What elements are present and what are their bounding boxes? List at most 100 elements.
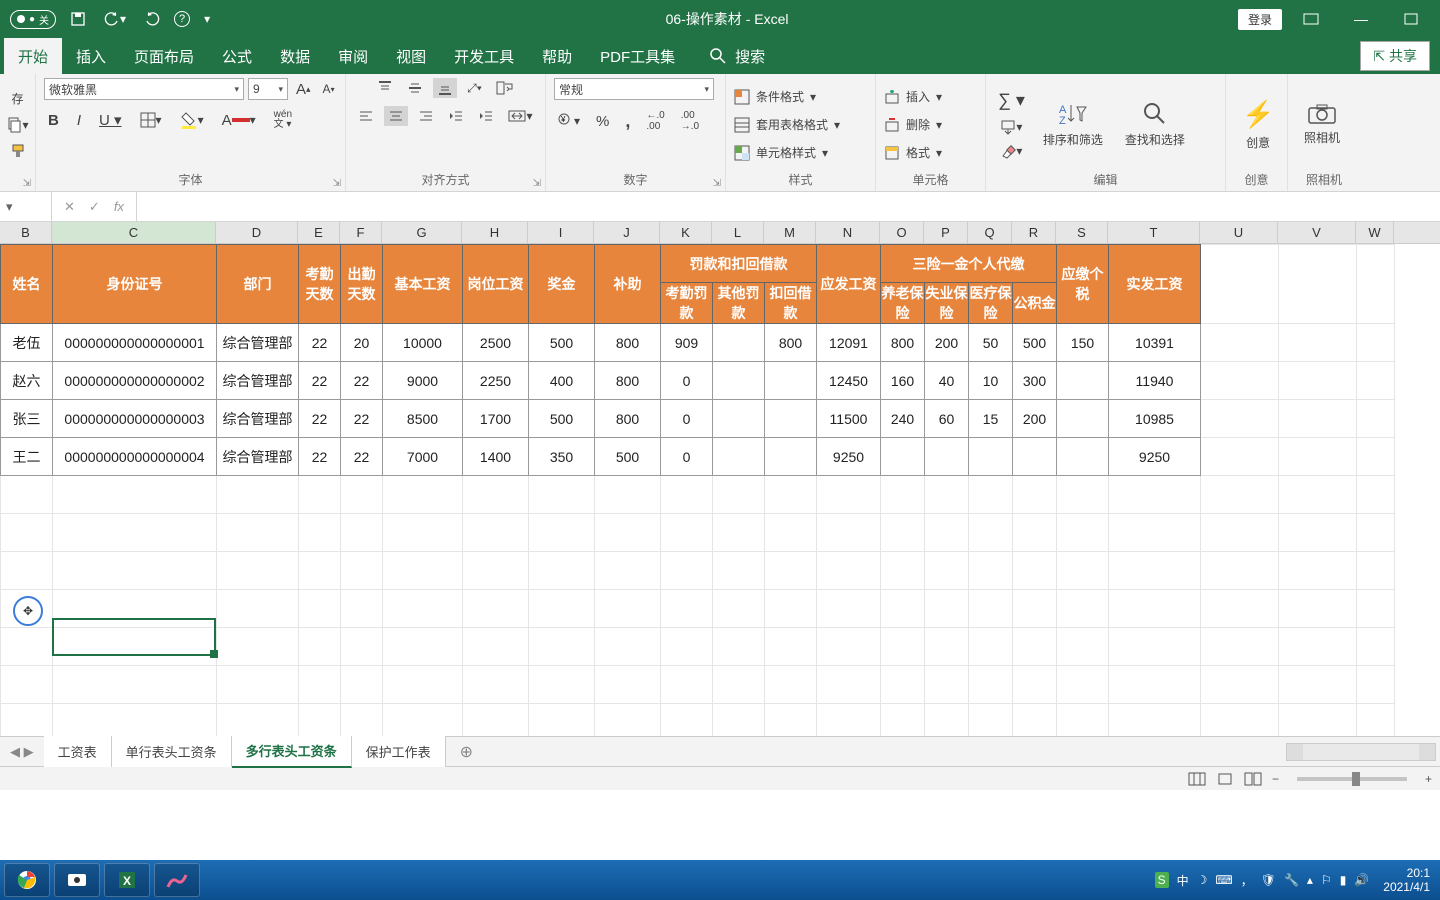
header-allowance[interactable]: 补助 [595, 245, 661, 324]
col-header[interactable]: U [1200, 222, 1278, 243]
tab-insert[interactable]: 插入 [62, 38, 120, 75]
tray-wrench-icon[interactable]: 🔧 [1284, 873, 1299, 887]
col-header[interactable]: J [594, 222, 660, 243]
header-due-salary[interactable]: 应发工资 [817, 245, 881, 324]
align-top-icon[interactable] [373, 78, 397, 98]
fill-icon[interactable]: ▾ [994, 117, 1029, 137]
col-header[interactable]: C [52, 222, 216, 243]
increase-font-icon[interactable]: A▴ [292, 79, 315, 100]
percent-icon[interactable]: % [592, 111, 613, 132]
col-header[interactable]: P [924, 222, 968, 243]
header-unemployment[interactable]: 失业保险 [925, 283, 969, 324]
cancel-formula-icon[interactable]: ✕ [64, 199, 75, 215]
font-size-combo[interactable]: 9▾ [248, 78, 288, 100]
decrease-decimal-icon[interactable]: .00→.0 [677, 108, 703, 134]
tray-battery-icon[interactable]: ▮ [1340, 873, 1347, 887]
col-header[interactable]: I [528, 222, 594, 243]
column-headers[interactable]: B C D E F G H I J K L M N O P Q R S T U … [0, 222, 1440, 244]
align-left-icon[interactable] [354, 106, 378, 126]
header-pension[interactable]: 养老保险 [881, 283, 925, 324]
fill-color-icon[interactable]: ▾ [176, 109, 208, 131]
sheet-tab[interactable]: 多行表头工资条 [232, 735, 352, 768]
col-header[interactable]: K [660, 222, 712, 243]
comma-icon[interactable]: , [621, 109, 634, 134]
align-launcher-icon[interactable]: ⇲ [533, 178, 541, 189]
italic-icon[interactable]: I [73, 110, 85, 131]
tab-pagelayout[interactable]: 页面布局 [120, 38, 208, 75]
col-header[interactable]: T [1108, 222, 1200, 243]
search-label[interactable]: 搜索 [735, 46, 765, 67]
header-bonus[interactable]: 奖金 [529, 245, 595, 324]
autosave-toggle[interactable]: ●关 [10, 10, 56, 29]
search-icon[interactable] [709, 47, 727, 65]
underline-icon[interactable]: U ▾ [95, 109, 126, 131]
bold-icon[interactable]: B [44, 110, 63, 131]
tab-review[interactable]: 审阅 [324, 38, 382, 75]
conditional-formatting-button[interactable]: 条件格式 ▾ [734, 84, 840, 110]
format-painter-icon[interactable] [6, 141, 30, 161]
cell-styles-button[interactable]: 单元格样式 ▾ [734, 140, 840, 166]
header-penalty-group[interactable]: 罚款和扣回借款 [661, 245, 817, 283]
format-as-table-button[interactable]: 套用表格格式 ▾ [734, 112, 840, 138]
tray-expand-icon[interactable]: ▴ [1307, 873, 1313, 887]
col-header[interactable]: L [712, 222, 764, 243]
table-row[interactable] [1, 704, 1395, 737]
header-base-salary[interactable]: 基本工资 [383, 245, 463, 324]
increase-decimal-icon[interactable]: ←.0.00 [642, 108, 668, 134]
col-header[interactable]: M [764, 222, 816, 243]
phonetic-icon[interactable]: wén文 ▾ [270, 108, 296, 132]
header-deduct[interactable]: 扣回借款 [765, 283, 817, 324]
save-icon[interactable] [66, 9, 90, 29]
clear-icon[interactable]: ▾ [994, 141, 1029, 161]
col-header[interactable]: V [1278, 222, 1356, 243]
fx-icon[interactable]: fx [114, 199, 124, 214]
normal-view-icon[interactable] [1188, 772, 1206, 786]
table-row[interactable]: 赵六000000000000000002综合管理部222290002250400… [1, 362, 1395, 400]
number-launcher-icon[interactable]: ⇲ [713, 178, 721, 189]
find-select-button[interactable]: 查找和选择 [1117, 97, 1193, 152]
col-header[interactable]: G [382, 222, 462, 243]
taskbar-app-icon[interactable] [154, 863, 200, 897]
tray-ime-icon[interactable]: 中 [1177, 872, 1189, 889]
col-header[interactable]: R [1012, 222, 1056, 243]
name-box[interactable]: ▾ [0, 192, 52, 221]
cut-icon[interactable]: 存 [8, 88, 28, 109]
tab-formulas[interactable]: 公式 [208, 38, 266, 75]
enter-formula-icon[interactable]: ✓ [89, 199, 100, 215]
header-attend-fine[interactable]: 考勤罚款 [661, 283, 713, 324]
tray-moon-icon[interactable]: ☽ [1197, 873, 1208, 887]
ribbon-display-icon[interactable] [1290, 0, 1332, 38]
header-name[interactable]: 姓名 [1, 245, 53, 324]
borders-icon[interactable]: ▾ [136, 110, 166, 130]
undo-icon[interactable]: ▾ [100, 9, 130, 29]
col-header[interactable]: O [880, 222, 924, 243]
tray-clock[interactable]: 20:1 2021/4/1 [1377, 866, 1436, 895]
tray-flag-icon[interactable]: ⚐ [1321, 873, 1332, 887]
sheet-tab[interactable]: 单行表头工资条 [112, 736, 232, 767]
header-insurance-group[interactable]: 三险一金个人代缴 [881, 245, 1057, 283]
sheet-tab[interactable]: 保护工作表 [352, 736, 446, 767]
login-button[interactable]: 登录 [1238, 9, 1282, 30]
increase-indent-icon[interactable] [474, 106, 498, 126]
col-header[interactable]: B [0, 222, 52, 243]
page-layout-view-icon[interactable] [1216, 772, 1234, 786]
zoom-in-button[interactable]: + [1425, 772, 1432, 786]
font-launcher-icon[interactable]: ⇲ [333, 178, 341, 189]
header-post-salary[interactable]: 岗位工资 [463, 245, 529, 324]
table-row[interactable]: 老伍000000000000000001综合管理部222010000250050… [1, 324, 1395, 362]
copy-icon[interactable]: ▾ [2, 115, 32, 135]
table-row[interactable] [1, 552, 1395, 590]
align-right-icon[interactable] [414, 106, 438, 126]
header-medical[interactable]: 医疗保险 [969, 283, 1013, 324]
decrease-indent-icon[interactable] [444, 106, 468, 126]
align-center-icon[interactable] [384, 106, 408, 126]
col-header[interactable]: W [1356, 222, 1394, 243]
redo-icon[interactable] [140, 9, 164, 29]
maximize-icon[interactable] [1390, 0, 1432, 38]
merge-center-icon[interactable]: ▾ [504, 106, 536, 126]
table-row[interactable] [1, 476, 1395, 514]
header-work-days[interactable]: 出勤天数 [341, 245, 383, 324]
tab-pdftools[interactable]: PDF工具集 [586, 38, 689, 75]
table-row[interactable] [1, 590, 1395, 628]
wrap-text-icon[interactable] [492, 78, 518, 98]
